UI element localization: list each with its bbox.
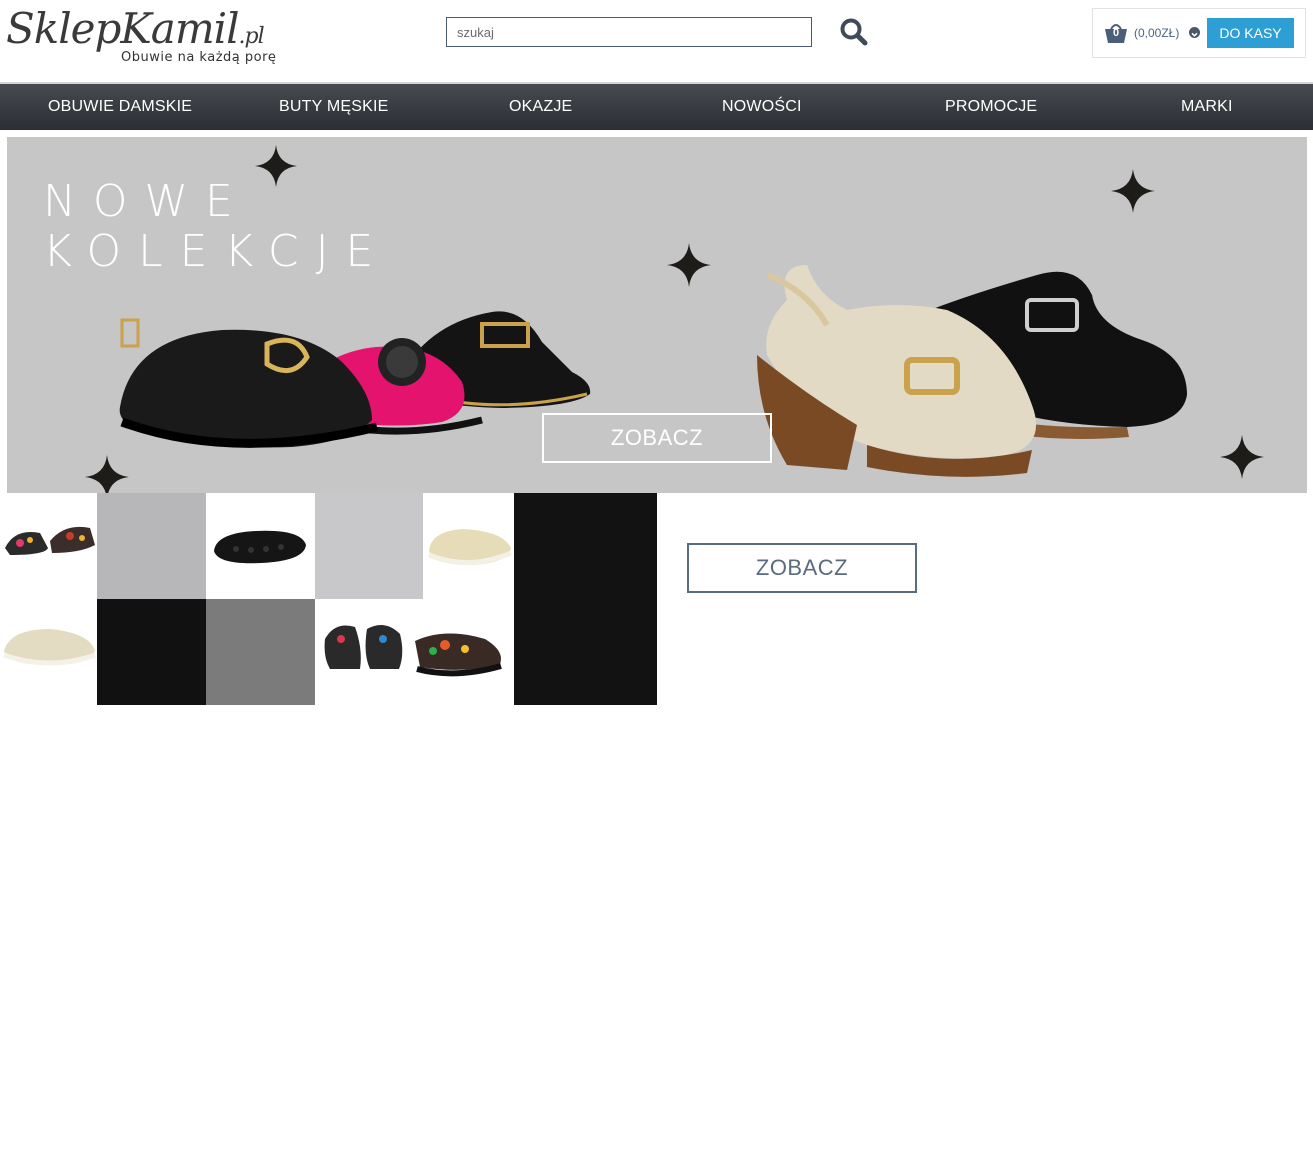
product-thumbnail[interactable] <box>0 599 97 705</box>
nav-item-promocje[interactable]: PROMOCJE <box>945 98 1037 116</box>
cart-count: 0 <box>1112 27 1120 39</box>
hero-banner[interactable]: NOWE KOLEKCJE ZOBACZ <box>7 137 1307 493</box>
sparkle-icon <box>1111 169 1155 213</box>
clogs-image <box>757 265 1187 477</box>
sparkle-icon <box>255 145 297 187</box>
checkout-button[interactable]: DO KASY <box>1207 18 1294 48</box>
search-input[interactable] <box>446 17 812 47</box>
product-thumbnail[interactable] <box>0 493 97 599</box>
nav-item-marki[interactable]: MARKI <box>1181 98 1233 116</box>
sparkle-icon <box>1220 435 1264 479</box>
cart-widget: 0 (0,00ZŁ) DO KASY <box>1092 8 1306 58</box>
site-header: SklepKamil.pl Obuwie na każdą porę 0 (0,… <box>0 0 1313 82</box>
product-thumbnail[interactable] <box>423 493 514 599</box>
chevron-down-icon[interactable] <box>1189 27 1200 38</box>
sandals-image <box>119 311 591 448</box>
color-block <box>315 493 423 599</box>
nav-item-buty-meskie[interactable]: BUTY MĘSKIE <box>279 98 389 116</box>
search-icon <box>840 18 868 46</box>
nav-item-obuwie-damskie[interactable]: OBUWIE DAMSKIE <box>48 98 192 116</box>
cart-total: (0,00ZŁ) <box>1134 26 1180 40</box>
color-block <box>97 599 206 705</box>
logo-tagline: Obuwie na każdą porę <box>121 50 277 65</box>
color-block <box>206 599 315 705</box>
brand-logo: VENEZIA® <box>534 1133 668 1163</box>
promo-mosaic[interactable]: VENEZIA® <box>0 493 666 1163</box>
nav-item-nowosci[interactable]: NOWOŚCI <box>722 98 802 116</box>
promo-zobacz-button[interactable]: ZOBACZ <box>687 543 917 593</box>
product-thumbnail[interactable] <box>315 599 514 705</box>
color-block <box>97 493 206 599</box>
hero-zobacz-button[interactable]: ZOBACZ <box>542 413 772 463</box>
logo-wordmark: SklepKamil.pl <box>6 4 265 53</box>
site-logo[interactable]: SklepKamil.pl Obuwie na każdą porę <box>6 4 306 70</box>
product-thumbnail[interactable] <box>206 493 315 599</box>
main-nav: OBUWIE DAMSKIE BUTY MĘSKIE OKAZJE NOWOŚC… <box>0 82 1313 130</box>
hero-title: NOWE KOLEKCJE <box>43 176 391 277</box>
nav-item-okazje[interactable]: OKAZJE <box>509 98 572 116</box>
search-button[interactable] <box>838 16 870 48</box>
sparkle-icon <box>667 243 711 287</box>
brand-tile[interactable] <box>514 493 657 705</box>
